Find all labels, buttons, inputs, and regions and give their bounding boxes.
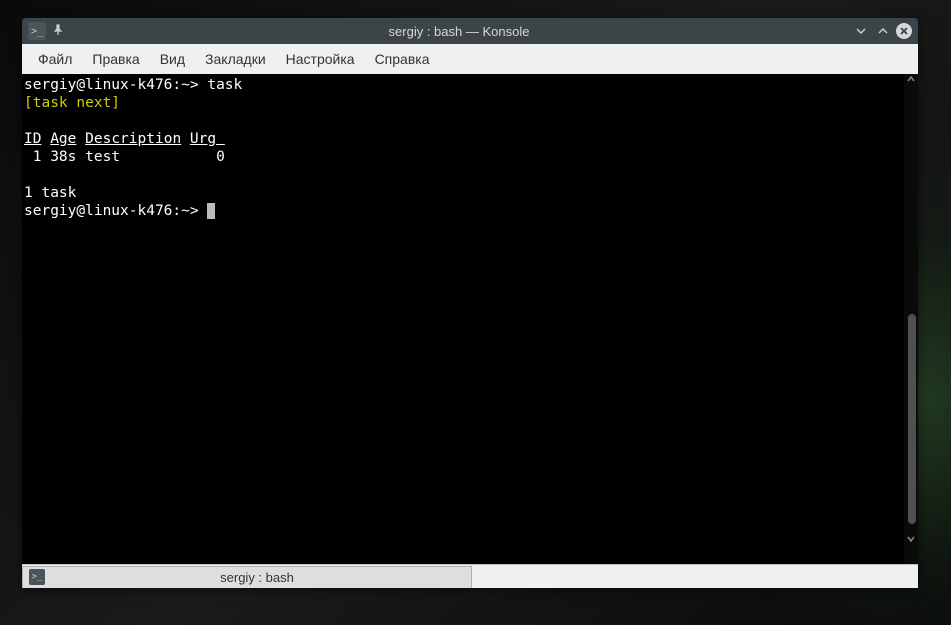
titlebar-controls (852, 22, 912, 40)
menu-file[interactable]: Файл (30, 47, 80, 71)
col-desc: Description (85, 131, 181, 147)
row-urg: 0 (190, 149, 225, 165)
terminal-container: sergiy@linux-k476:~> task [task next] ID… (22, 74, 918, 564)
command-text: task (199, 77, 243, 93)
minimize-button[interactable] (852, 22, 870, 40)
window-title: sergiy : bash — Konsole (66, 24, 852, 39)
menu-help[interactable]: Справка (367, 47, 438, 71)
prompt: sergiy@linux-k476:~> (24, 77, 199, 93)
menu-settings[interactable]: Настройка (278, 47, 363, 71)
col-id: ID (24, 131, 41, 147)
terminal-icon: >_ (29, 569, 45, 585)
col-urg: Urg (190, 131, 225, 147)
tabbar: >_ sergiy : bash (22, 564, 918, 588)
menubar: Файл Правка Вид Закладки Настройка Справ… (22, 44, 918, 74)
col-age: Age (50, 131, 76, 147)
terminal[interactable]: sergiy@linux-k476:~> task [task next] ID… (22, 74, 904, 564)
menu-view[interactable]: Вид (152, 47, 193, 71)
row-desc: test (85, 149, 181, 165)
titlebar[interactable]: >_ sergiy : bash — Konsole (22, 18, 918, 44)
scroll-thumb[interactable] (908, 314, 916, 524)
pin-icon[interactable] (52, 24, 66, 38)
row-id: 1 (24, 149, 41, 165)
maximize-button[interactable] (874, 22, 892, 40)
close-button[interactable] (896, 23, 912, 39)
menu-bookmarks[interactable]: Закладки (197, 47, 274, 71)
titlebar-left: >_ (28, 22, 66, 40)
tab-active[interactable]: >_ sergiy : bash (22, 566, 472, 588)
menu-edit[interactable]: Правка (84, 47, 147, 71)
konsole-window: >_ sergiy : bash — Konsole Файл Правка В… (22, 18, 918, 588)
task-filter-line: [task next] (24, 95, 120, 111)
app-icon: >_ (28, 22, 46, 40)
prompt-2: sergiy@linux-k476:~> (24, 203, 207, 219)
cursor (207, 203, 215, 219)
task-summary: 1 task (24, 185, 76, 201)
row-age: 38s (50, 149, 76, 165)
tab-label: sergiy : bash (53, 570, 461, 585)
scroll-down-icon[interactable] (906, 534, 916, 544)
scrollbar[interactable] (904, 74, 918, 564)
scroll-up-icon[interactable] (906, 74, 916, 84)
